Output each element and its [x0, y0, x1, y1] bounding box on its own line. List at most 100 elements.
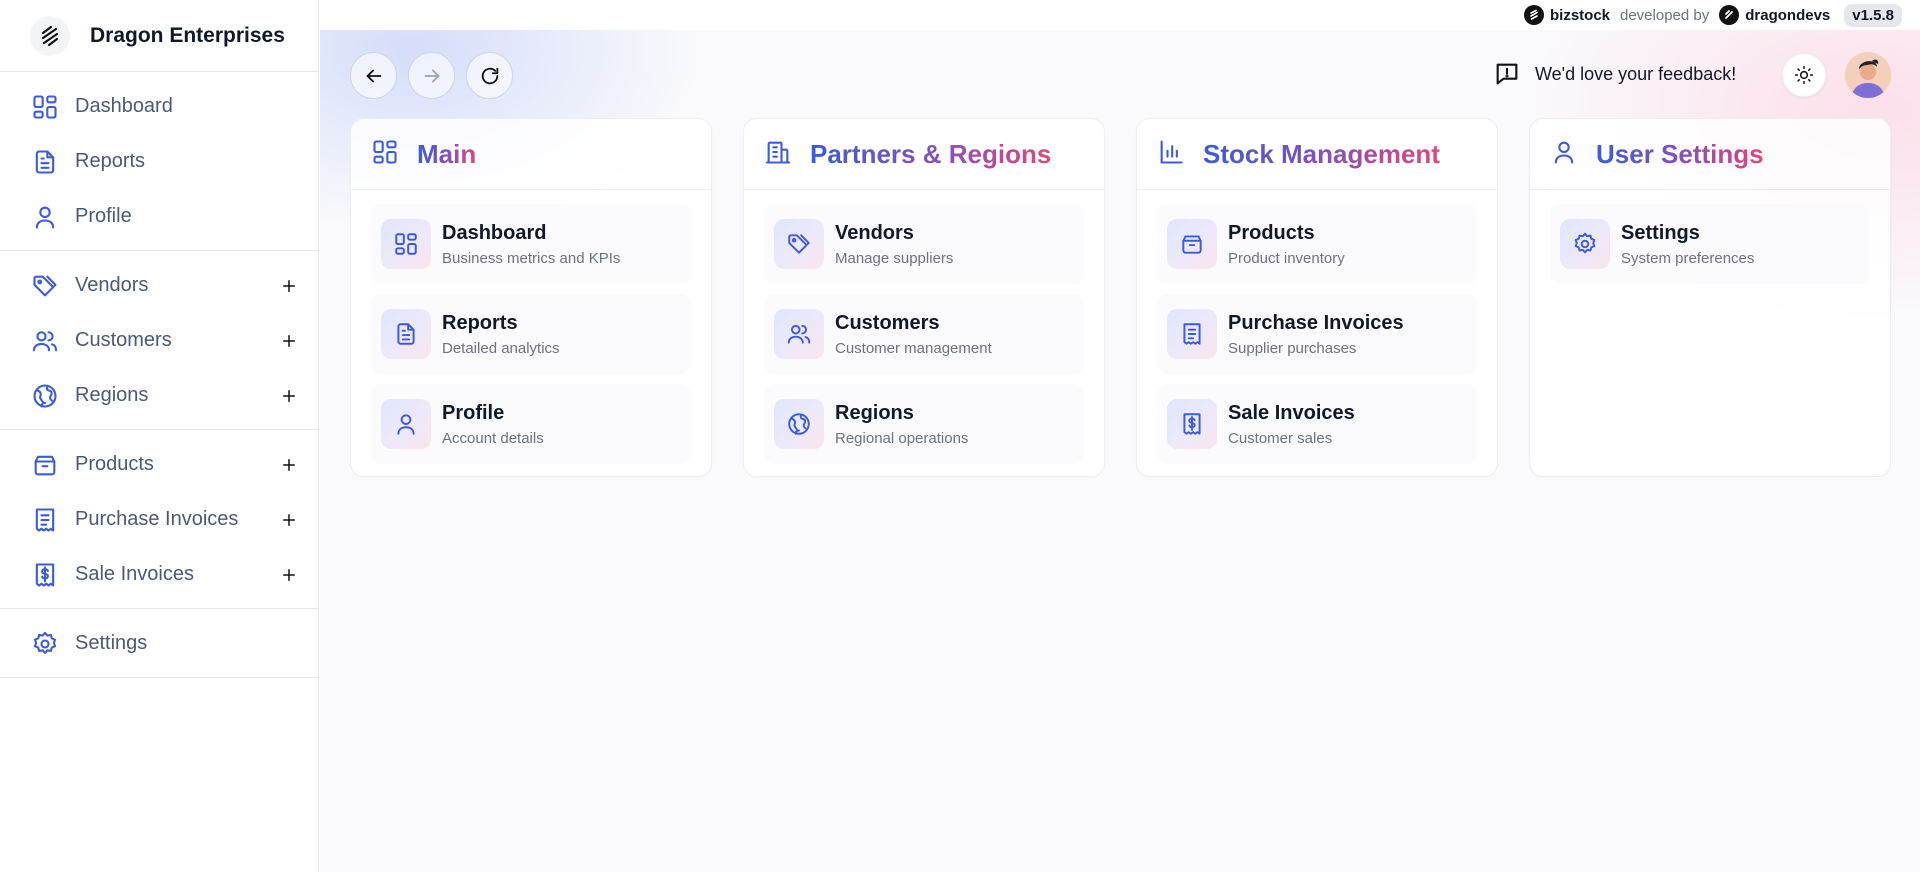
expand-plus-icon[interactable] — [276, 452, 302, 478]
sidebar-item-label: Settings — [75, 632, 148, 654]
box-icon — [30, 450, 60, 480]
gear-icon — [33, 631, 57, 654]
sidebar-item-label: Purchase Invoices — [75, 508, 239, 530]
document-icon — [30, 147, 60, 177]
main-content: We'd love your feedback! Main Dashboard Bu… — [320, 30, 1920, 872]
box-icon — [1182, 235, 1202, 254]
card-link-description: System preferences — [1621, 249, 1755, 267]
bar-chart-icon — [1160, 139, 1183, 164]
card-header: User Settings — [1530, 119, 1890, 190]
sidebar-item-profile[interactable]: Profile — [0, 189, 318, 244]
sidebar-item-sale-invoices[interactable]: Sale Invoices — [0, 547, 318, 602]
card-link-text: Regions Regional operations — [835, 402, 968, 447]
card-link-title: Reports — [442, 311, 518, 334]
sidebar-item-regions[interactable]: Regions — [0, 368, 318, 423]
dollar-receipt-icon — [30, 560, 60, 590]
user-icon — [381, 399, 431, 449]
theme-toggle-button[interactable] — [1782, 53, 1826, 97]
card-link-customers[interactable]: Customers Customer management — [764, 294, 1084, 374]
globe-icon — [774, 399, 824, 449]
box-icon — [1167, 219, 1217, 269]
tag-icon — [33, 275, 57, 296]
card-title: Partners & Regions — [810, 138, 1052, 169]
forward-button[interactable] — [408, 52, 455, 99]
building-icon — [765, 141, 791, 164]
card-header: Stock Management — [1137, 119, 1497, 190]
expand-plus-icon[interactable] — [276, 383, 302, 409]
expand-plus-icon[interactable] — [276, 273, 302, 299]
arrow-right-icon — [424, 69, 439, 82]
dashboard-icon — [381, 219, 431, 269]
card-main: Main Dashboard Business metrics and KPIs Re… — [350, 118, 712, 477]
brand-logo-icon — [30, 15, 70, 56]
developer-name[interactable]: dragondevs — [1745, 7, 1830, 24]
card-link-profile[interactable]: Profile Account details — [371, 384, 691, 464]
feedback-icon — [1496, 63, 1518, 85]
sidebar-item-dashboard[interactable]: Dashboard — [0, 79, 318, 134]
card-link-products[interactable]: Products Product inventory — [1157, 204, 1477, 284]
users-icon — [30, 326, 60, 356]
card-link-vendors[interactable]: Vendors Manage suppliers — [764, 204, 1084, 284]
sidebar-item-label: Products — [75, 453, 154, 475]
sidebar-item-label: Sale Invoices — [75, 563, 194, 585]
refresh-icon — [481, 67, 498, 84]
document-icon — [397, 323, 415, 345]
sidebar-item-purchase-invoices[interactable]: Purchase Invoices — [0, 492, 318, 547]
bar-chart-icon — [1157, 138, 1185, 171]
card-link-purchase-invoices[interactable]: Purchase Invoices Supplier purchases — [1157, 294, 1477, 374]
card-link-description: Supplier purchases — [1228, 339, 1357, 357]
gear-icon — [1574, 232, 1596, 254]
feedback-label: We'd love your feedback! — [1535, 63, 1737, 84]
card-header: Partners & Regions — [744, 119, 1104, 190]
card-link-text: Purchase Invoices Supplier purchases — [1228, 312, 1404, 357]
card-link-text: Profile Account details — [442, 402, 544, 447]
feedback-button[interactable]: We'd love your feedback! — [1493, 60, 1736, 88]
card-link-sale-invoices[interactable]: Sale Invoices Customer sales — [1157, 384, 1477, 464]
dashboard-icon — [395, 233, 417, 255]
refresh-button[interactable] — [466, 52, 513, 99]
sidebar-item-customers[interactable]: Customers — [0, 313, 318, 368]
card-link-dashboard[interactable]: Dashboard Business metrics and KPIs — [371, 204, 691, 284]
dollar-receipt-icon — [35, 562, 55, 587]
avatar[interactable] — [1845, 52, 1891, 98]
dollar-receipt-icon — [1183, 413, 1201, 435]
user-avatar-icon — [1845, 52, 1891, 98]
dragondevs-logo-icon — [1719, 5, 1740, 25]
tag-icon — [774, 219, 824, 269]
sidebar-item-label: Vendors — [75, 274, 149, 296]
sidebar-item-label: Regions — [75, 384, 149, 406]
credit-bar: bizstock developed by dragondevs v1.5.8 — [1523, 2, 1902, 28]
sidebar-item-reports[interactable]: Reports — [0, 134, 318, 189]
expand-plus-icon[interactable] — [276, 328, 302, 354]
sidebar-item-vendors[interactable]: Vendors — [0, 258, 318, 313]
sidebar-item-label: Customers — [75, 329, 172, 351]
sidebar-item-products[interactable]: Products — [0, 437, 318, 492]
card-link-text: Sale Invoices Customer sales — [1228, 402, 1355, 447]
receipt-icon — [30, 505, 60, 535]
gear-icon — [1560, 219, 1610, 269]
card-partners-and-regions: Partners & Regions Vendors Manage supplier… — [743, 118, 1105, 477]
card-link-text: Products Product inventory — [1228, 222, 1345, 267]
card-link-description: Detailed analytics — [442, 339, 560, 357]
card-link-title: Purchase Invoices — [1228, 311, 1404, 334]
document-icon — [35, 149, 55, 174]
card-link-regions[interactable]: Regions Regional operations — [764, 384, 1084, 464]
card-link-description: Business metrics and KPIs — [442, 249, 621, 267]
dashboard-icon — [373, 139, 397, 164]
expand-plus-icon[interactable] — [276, 507, 302, 533]
back-button[interactable] — [350, 52, 397, 99]
sun-icon — [1794, 65, 1814, 85]
dashboard-icon — [371, 138, 399, 171]
card-link-title: Regions — [835, 401, 914, 424]
card-header: Main — [351, 119, 711, 190]
card-link-settings[interactable]: Settings System preferences — [1550, 204, 1870, 284]
user-icon — [1554, 141, 1574, 164]
expand-plus-icon[interactable] — [276, 562, 302, 588]
arrow-left-icon — [366, 69, 381, 82]
brand-header[interactable]: Dragon Enterprises — [0, 0, 318, 72]
dashboard-icon — [33, 94, 57, 119]
card-link-reports[interactable]: Reports Detailed analytics — [371, 294, 691, 374]
users-icon — [787, 324, 811, 344]
sidebar-group: Dashboard Reports Profile — [0, 72, 318, 251]
sidebar-item-settings[interactable]: Settings — [0, 616, 318, 671]
